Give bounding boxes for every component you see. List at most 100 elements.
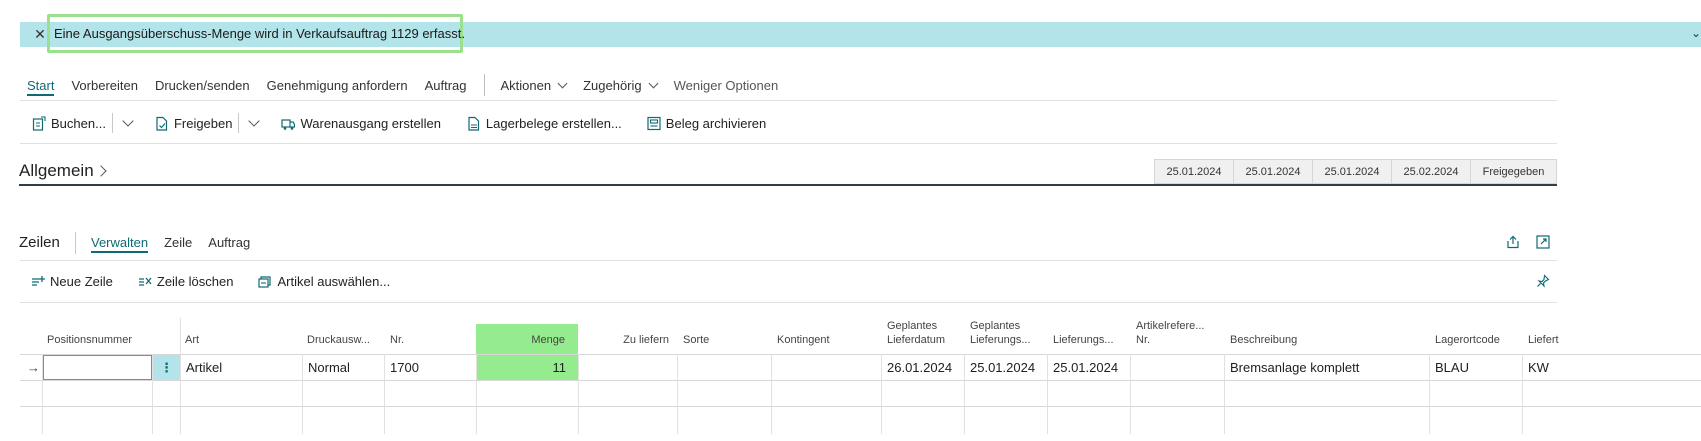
warenausgang-erstellen-button[interactable]: Warenausgang erstellen [281, 116, 441, 131]
column-divider [1130, 354, 1131, 434]
header-label: Liefert [1528, 334, 1559, 346]
freigeben-dropdown-chevron-down-icon[interactable] [247, 116, 261, 130]
header-label: Art [185, 334, 200, 346]
buchen-button[interactable]: Buchen... [32, 116, 106, 131]
split-divider [238, 113, 240, 133]
cell-geplantes-lieferungsdatum[interactable]: 25.01.2024 [965, 355, 1047, 380]
chevron-down-icon[interactable]: ⌄ [1691, 26, 1701, 40]
column-header-lagerortcode[interactable]: Lagerortcode [1430, 318, 1520, 354]
divider [20, 302, 1557, 303]
artikel-auswaehlen-label: Artikel auswählen... [277, 273, 391, 289]
tab-aktionen[interactable]: Aktionen [501, 78, 568, 93]
beleg-archivieren-button[interactable]: Beleg archivieren [647, 116, 766, 131]
summary-field: 25.01.2024 [1312, 159, 1391, 184]
header-label: Geplantes [970, 320, 1021, 332]
tab-separator [483, 74, 485, 96]
lagerbelege-erstellen-button[interactable]: Lagerbelege erstellen... [467, 116, 622, 131]
lines-grid: Positionsnummer Art Druckausw... Nr. Men… [20, 318, 1701, 441]
column-header-lieferungsdatum[interactable]: Lieferungs... [1048, 318, 1132, 354]
header-label: Geplantes [887, 320, 938, 332]
column-header-zu-liefern[interactable]: Zu liefern [580, 318, 674, 354]
cell-lieferungsdatum[interactable]: 25.01.2024 [1048, 355, 1130, 380]
header-label: Kontingent [777, 334, 830, 346]
tab-verwalten[interactable]: Verwalten [91, 235, 149, 253]
row-divider [20, 406, 1701, 407]
tab-auftrag[interactable]: Auftrag [425, 78, 467, 93]
tab-start[interactable]: Start [27, 78, 55, 96]
split-divider [111, 113, 113, 133]
cell-lagerortcode[interactable]: BLAU [1430, 355, 1520, 380]
cell-art[interactable]: Artikel [181, 355, 301, 380]
cell-geplantes-lieferdatum[interactable]: 26.01.2024 [882, 355, 964, 380]
zeile-loeschen-button[interactable]: Zeile löschen [138, 274, 233, 289]
column-header-nr[interactable]: Nr. [385, 318, 475, 354]
row-divider [20, 380, 1701, 381]
close-icon[interactable]: ✕ [32, 26, 48, 42]
row-actions-ellipsis-icon[interactable]: ⋮ [153, 355, 180, 380]
tab-vorbereiten[interactable]: Vorbereiten [71, 78, 138, 93]
section-title: Allgemein [19, 161, 94, 180]
header-label: Lagerortcode [1435, 334, 1500, 346]
section-allgemein-header[interactable]: Allgemein [19, 161, 107, 181]
tab-auftrag[interactable]: Auftrag [208, 235, 250, 253]
header-label: Positionsnummer [47, 334, 132, 346]
pin-icon[interactable] [1536, 274, 1550, 288]
tab-zeile[interactable]: Zeile [164, 235, 192, 253]
beleg-archivieren-label: Beleg archivieren [665, 115, 767, 131]
header-label: Zu liefern [623, 334, 669, 346]
artikel-auswaehlen-button[interactable]: Artikel auswählen... [258, 274, 390, 289]
warehouse-document-icon [468, 116, 480, 131]
summary-field: 25.01.2024 [1154, 159, 1233, 184]
column-header-lieferung[interactable]: Liefert [1523, 318, 1563, 354]
column-divider [578, 354, 579, 434]
share-icon[interactable] [1506, 235, 1520, 249]
general-summary: 25.01.2024 25.01.2024 25.01.2024 25.02.2… [1154, 159, 1557, 184]
column-header-menge[interactable]: Menge [476, 318, 570, 354]
positionsnummer-input[interactable] [43, 355, 152, 380]
column-header-kontingent[interactable]: Kontingent [772, 318, 877, 354]
cell-druckauswahl[interactable]: Normal [303, 355, 383, 380]
lines-title: Zeilen [19, 234, 60, 251]
post-icon [32, 115, 46, 131]
summary-field: 25.02.2024 [1391, 159, 1470, 184]
column-header-art[interactable]: Art [180, 318, 300, 354]
tab-zugehoerig-label: Zugehörig [583, 77, 642, 93]
header-label: Druckausw... [307, 334, 370, 346]
header-label: Lieferdatum [887, 334, 946, 346]
row-selector-arrow-icon[interactable]: → [22, 355, 42, 380]
expand-icon[interactable] [1536, 235, 1550, 249]
cell-beschreibung[interactable]: Bremsanlage komplett [1225, 355, 1425, 380]
header-label: Lieferungs... [1053, 334, 1114, 346]
tab-zugehoerig[interactable]: Zugehörig [583, 77, 659, 93]
header-label: Nr. [390, 334, 405, 346]
column-header-artikelreferenz[interactable]: Artikelrefere... Nr. [1131, 318, 1223, 354]
notification-message: Eine Ausgangsüberschuss-Menge wird in Ve… [54, 26, 465, 41]
section-divider [19, 184, 1557, 186]
tab-weniger-optionen[interactable]: Weniger Optionen [674, 78, 779, 93]
shipment-icon [281, 118, 296, 130]
column-divider [771, 354, 772, 434]
header-toolbar: Buchen... Freigeben Warenausgang erstell… [32, 113, 766, 133]
buchen-dropdown-chevron-down-icon[interactable] [121, 116, 135, 130]
header-label: Sorte [683, 334, 710, 346]
cell-menge[interactable]: 11 [477, 355, 571, 380]
summary-status: Freigegeben [1470, 159, 1557, 184]
tab-genehmigung-anfordern[interactable]: Genehmigung anfordern [267, 78, 408, 93]
column-divider [677, 354, 678, 434]
column-header-beschreibung[interactable]: Beschreibung [1225, 318, 1425, 354]
column-header-sorte[interactable]: Sorte [678, 318, 768, 354]
cell-nr[interactable]: 1700 [385, 355, 475, 380]
chevron-down-icon [648, 78, 659, 88]
summary-field: 25.01.2024 [1233, 159, 1312, 184]
freigeben-button[interactable]: Freigeben [155, 115, 233, 131]
column-header-positionsnummer[interactable]: Positionsnummer [42, 318, 172, 354]
tab-drucken-senden[interactable]: Drucken/senden [155, 78, 250, 93]
column-header-geplantes-lieferungsdatum[interactable]: Geplantes Lieferungs... [965, 318, 1047, 354]
new-line-icon [32, 275, 45, 286]
column-header-geplantes-lieferdatum[interactable]: Geplantes Lieferdatum [882, 318, 964, 354]
neue-zeile-button[interactable]: Neue Zeile [31, 274, 113, 289]
delete-line-icon [138, 277, 152, 286]
freigeben-label: Freigeben [173, 115, 233, 131]
cell-lieferung[interactable]: KW [1523, 355, 1563, 380]
column-header-druckauswahl[interactable]: Druckausw... [302, 318, 384, 354]
